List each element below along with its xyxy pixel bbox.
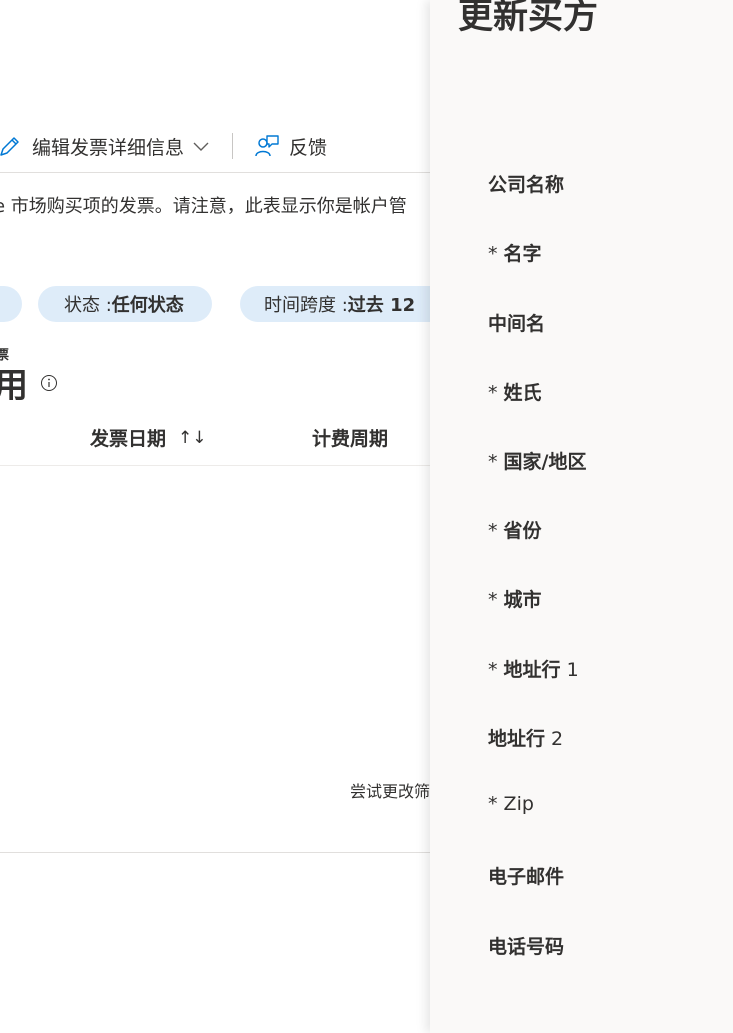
field-label-text: 电子邮件 (488, 866, 565, 888)
status-filter-value: 任何状态 (111, 295, 184, 316)
required-marker: * (488, 451, 504, 473)
page-description: e 市场购买项的发票。请注意，此表显示你是帐户管 (0, 196, 407, 217)
field-label-province: * 省份 (488, 516, 542, 543)
field-label-text: 地址行 (503, 659, 561, 681)
column-header-billing-period-label: 计费周期 (312, 428, 389, 450)
field-label-text: 城市 (503, 589, 542, 611)
panel-title: 更新买方 (458, 0, 599, 37)
field-label-phone: 电话号码 (488, 932, 564, 959)
toolbar-divider (232, 133, 234, 159)
field-label-text: 电话号码 (488, 936, 565, 958)
field-label-text: Zip (503, 793, 534, 815)
feedback-label: 反馈 (289, 136, 328, 159)
field-label-first-name: * 名字 (488, 239, 542, 266)
table-bottom-divider (0, 852, 430, 853)
divider (0, 172, 430, 173)
table-header-divider (0, 465, 430, 466)
info-icon[interactable] (40, 374, 58, 392)
field-label-zip: * Zip (488, 793, 534, 815)
required-marker: * (488, 793, 504, 815)
field-label-text: 公司名称 (488, 174, 565, 196)
edit-invoice-details-button[interactable]: 编辑发票详细信息 (0, 133, 210, 160)
column-header-invoice-date[interactable]: 发票日期 ↑↓ (90, 424, 207, 451)
field-label-text: 姓氏 (503, 382, 542, 404)
field-label-text: 名字 (503, 243, 542, 265)
field-label-last-name: * 姓氏 (488, 378, 542, 405)
status-filter-pill[interactable]: 状态 : 任何状态 (38, 286, 212, 322)
field-label-suffix: 1 (560, 659, 579, 681)
status-filter-label: 状态 : (64, 295, 112, 316)
background-page: 编辑发票详细信息 反馈 e 市场购买项的发票。请注意，此表显示你是帐户管 状态 … (0, 0, 430, 1033)
required-marker: * (488, 382, 504, 404)
required-marker: * (488, 589, 504, 611)
required-marker: * (488, 520, 504, 542)
field-label-address-line-2: 地址行 2 (488, 724, 563, 751)
field-label-city: * 城市 (488, 585, 542, 612)
column-header-invoice-date-label: 发票日期 (90, 428, 167, 450)
filter-pill-partial[interactable] (0, 286, 22, 322)
section-title: 用 (0, 358, 58, 407)
timespan-filter-pill[interactable]: 时间跨度 : 过去 12 (240, 286, 430, 322)
section-title-text: 用 (0, 366, 28, 406)
timespan-filter-label: 时间跨度 : (264, 295, 348, 316)
edit-invoice-details-label: 编辑发票详细信息 (32, 136, 185, 159)
field-label-suffix: 2 (545, 728, 564, 750)
sort-icon: ↑↓ (178, 427, 207, 448)
field-label-text: 省份 (503, 520, 542, 542)
field-label-middle-name: 中间名 (488, 309, 545, 336)
field-label-text: 地址行 (488, 728, 546, 750)
command-bar: 编辑发票详细信息 反馈 (0, 128, 327, 164)
field-label-address-line-1: * 地址行 1 (488, 655, 579, 682)
field-label-country-region: * 国家/地区 (488, 447, 587, 474)
empty-state-message: 尝试更改筛 (350, 782, 430, 801)
field-label-email: 电子邮件 (488, 862, 564, 889)
pencil-icon (0, 137, 19, 156)
required-marker: * (488, 659, 504, 681)
column-header-billing-period[interactable]: 计费周期 (312, 424, 388, 451)
feedback-button[interactable]: 反馈 (255, 133, 327, 160)
required-marker: * (488, 243, 504, 265)
feedback-icon (255, 135, 279, 157)
field-label-company-name: 公司名称 (488, 170, 564, 197)
field-label-text: 国家/地区 (503, 451, 587, 473)
chevron-down-icon (193, 142, 209, 151)
timespan-filter-value: 过去 12 (347, 295, 416, 316)
update-buyer-panel: 更新买方 公司名称 * 名字 中间名 * 姓氏 * 国家/地区 * 省份 * 城… (430, 0, 733, 1033)
field-label-text: 中间名 (488, 313, 546, 335)
